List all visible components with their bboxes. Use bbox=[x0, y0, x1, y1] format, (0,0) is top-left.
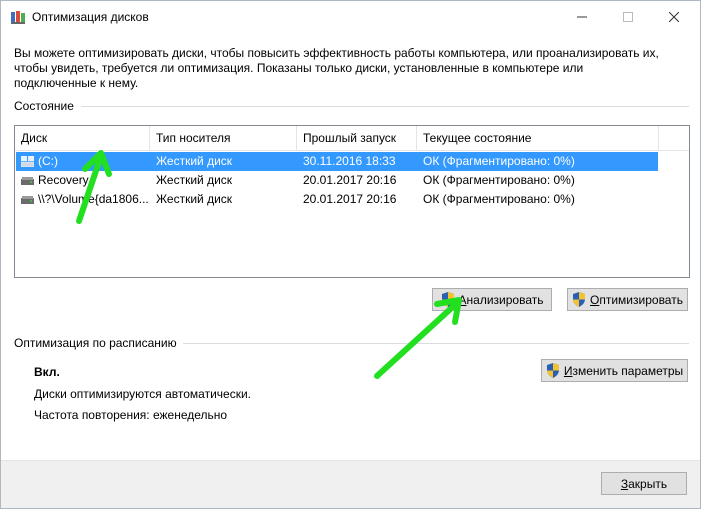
defrag-app-icon bbox=[11, 11, 25, 24]
column-header-media-type[interactable]: Тип носителя bbox=[150, 126, 297, 150]
drives-list[interactable]: Диск Тип носителя Прошлый запуск Текущее… bbox=[14, 125, 690, 278]
annotation-arrow-analyze bbox=[374, 297, 462, 379]
close-label: акрыть bbox=[628, 476, 668, 491]
optimize-accesskey: О bbox=[590, 292, 600, 307]
change-settings-button[interactable]: Изменить параметры bbox=[541, 359, 688, 382]
schedule-description: Диски оптимизируются автоматически. bbox=[34, 387, 252, 401]
column-header-last-run[interactable]: Прошлый запуск bbox=[297, 126, 417, 150]
drive-icon bbox=[21, 177, 34, 185]
close-button[interactable]: Закрыть bbox=[601, 472, 687, 495]
uac-shield-icon bbox=[573, 292, 586, 307]
window-title: Оптимизация дисков bbox=[32, 10, 149, 24]
uac-shield-icon bbox=[546, 363, 559, 378]
analyze-label: нализировать bbox=[466, 292, 544, 307]
change-settings-label: зменить параметры bbox=[572, 363, 684, 378]
current-state: ОК (Фрагментировано: 0%) bbox=[423, 154, 575, 168]
media-type: Жесткий диск bbox=[156, 173, 233, 187]
schedule-group-divider bbox=[183, 343, 689, 344]
minimize-button[interactable] bbox=[559, 1, 605, 32]
media-type: Жесткий диск bbox=[156, 192, 233, 206]
disk-name: (C:) bbox=[38, 154, 58, 168]
column-header-disk[interactable]: Диск bbox=[15, 126, 150, 150]
optimize-label: птимизировать bbox=[599, 292, 683, 307]
uac-shield-icon bbox=[441, 292, 454, 307]
status-group-divider bbox=[81, 106, 689, 107]
drives-list-header: Диск Тип носителя Прошлый запуск Текущее… bbox=[15, 126, 689, 151]
column-header-current-state[interactable]: Текущее состояние bbox=[417, 126, 659, 150]
current-state: ОК (Фрагментировано: 0%) bbox=[423, 173, 575, 187]
close-icon bbox=[669, 11, 679, 22]
media-type: Жесткий диск bbox=[156, 154, 233, 168]
current-state: ОК (Фрагментировано: 0%) bbox=[423, 192, 575, 206]
intro-text: Вы можете оптимизировать диски, чтобы по… bbox=[14, 46, 659, 90]
maximize-icon bbox=[623, 11, 633, 22]
title-bar[interactable]: Оптимизация дисков bbox=[1, 1, 700, 32]
last-run: 20.01.2017 20:16 bbox=[303, 192, 397, 206]
last-run: 20.01.2017 20:16 bbox=[303, 173, 397, 187]
disk-name: \\?\Volume{da1806... bbox=[38, 192, 149, 206]
optimize-button[interactable]: Оптимизировать bbox=[567, 288, 688, 311]
drive-row-recovery[interactable]: Recovery Жесткий диск 20.01.2017 20:16 О… bbox=[16, 171, 658, 190]
last-run: 30.11.2016 18:33 bbox=[303, 154, 396, 168]
analyze-accesskey: А bbox=[458, 292, 467, 307]
status-group-label: Состояние bbox=[14, 99, 74, 113]
dialog-footer: Закрыть bbox=[1, 460, 700, 508]
system-drive-icon bbox=[21, 156, 34, 167]
minimize-icon bbox=[577, 16, 587, 17]
schedule-frequency: Частота повторения: еженедельно bbox=[34, 408, 228, 422]
maximize-button[interactable] bbox=[605, 1, 651, 32]
disk-name: Recovery bbox=[38, 173, 89, 187]
optimize-drives-window: Оптимизация дисков Вы можете оптимизиров… bbox=[0, 0, 701, 509]
analyze-button[interactable]: Анализировать bbox=[432, 288, 552, 311]
drive-icon bbox=[21, 196, 34, 204]
schedule-state: Вкл. bbox=[34, 365, 60, 379]
drive-row-volume[interactable]: \\?\Volume{da1806... Жесткий диск 20.01.… bbox=[16, 190, 658, 209]
close-window-button[interactable] bbox=[651, 1, 697, 32]
schedule-group-label: Оптимизация по расписанию bbox=[14, 336, 177, 350]
drive-row-c[interactable]: (C:) Жесткий диск 30.11.2016 18:33 ОК (Ф… bbox=[16, 152, 658, 171]
